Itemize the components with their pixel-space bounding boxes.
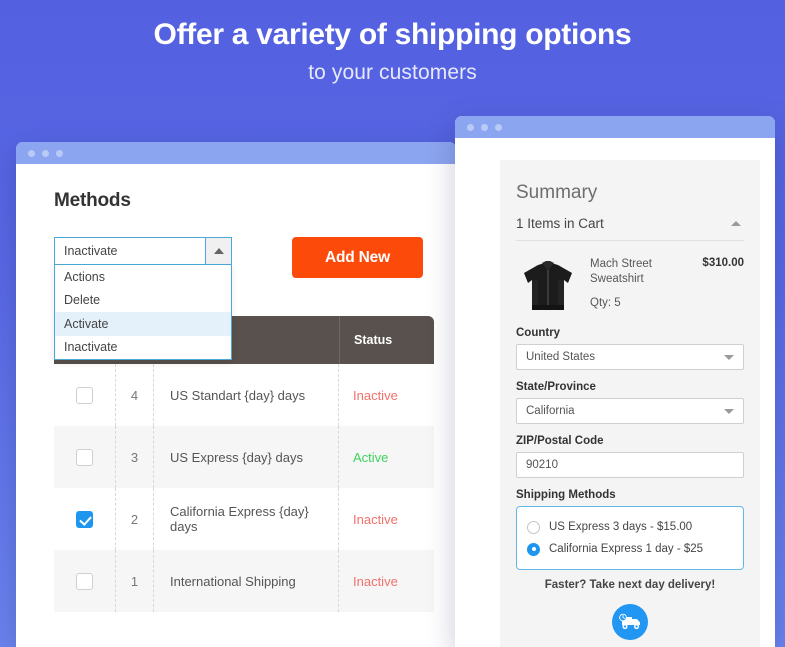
hoodie-image bbox=[524, 261, 572, 310]
actions-option-actions[interactable]: Actions bbox=[55, 265, 231, 289]
cart-window-titlebar bbox=[455, 116, 775, 138]
actions-select-options: Actions Delete Activate Inactivate bbox=[54, 265, 232, 360]
shipping-methods-group: US Express 3 days - $15.00 California Ex… bbox=[516, 506, 744, 570]
country-label: Country bbox=[516, 327, 561, 339]
row-id: 1 bbox=[116, 550, 154, 612]
zip-value: 90210 bbox=[526, 459, 558, 471]
row-checkbox-checked[interactable] bbox=[76, 510, 93, 528]
row-checkbox-cell[interactable] bbox=[54, 426, 116, 488]
page-headline: Offer a variety of shipping options bbox=[153, 18, 632, 51]
product-thumbnail bbox=[516, 253, 580, 317]
row-status: Inactive bbox=[353, 387, 398, 403]
table-row[interactable]: 3 US Express {day} days Active bbox=[54, 426, 434, 488]
window-dot-close-icon bbox=[467, 123, 474, 131]
row-id: 4 bbox=[116, 364, 154, 426]
delivery-truck-icon bbox=[619, 613, 640, 630]
actions-select-wrapper: Inactivate Actions Delete Activate Inact… bbox=[54, 237, 232, 360]
order-summary-card: Summary 1 Items in Cart Mach Street Swea… bbox=[500, 160, 760, 647]
add-new-button[interactable]: Add New bbox=[292, 237, 423, 278]
table-row[interactable]: 4 US Standart {day} days Inactive bbox=[54, 364, 434, 426]
row-checkbox[interactable] bbox=[76, 448, 93, 466]
admin-browser-window: Methods Inactivate Actions Delete Activa… bbox=[16, 142, 456, 647]
actions-option-activate[interactable]: Activate bbox=[55, 312, 231, 336]
row-status: Inactive bbox=[353, 511, 398, 527]
zip-input[interactable]: 90210 bbox=[516, 452, 744, 478]
shipping-methods-table: Status 4 US Standart {day} days Inactive… bbox=[54, 316, 434, 612]
row-method-name: International Shipping bbox=[154, 550, 339, 612]
admin-toolbar: Inactivate Actions Delete Activate Inact… bbox=[54, 237, 432, 360]
window-dot-maximize-icon bbox=[495, 123, 502, 131]
cart-content: Summary 1 Items in Cart Mach Street Swea… bbox=[455, 138, 775, 647]
actions-option-inactivate[interactable]: Inactivate bbox=[55, 336, 231, 360]
state-value: California bbox=[526, 405, 575, 417]
chevron-up-icon bbox=[213, 248, 224, 254]
shipping-option-us-express[interactable]: US Express 3 days - $15.00 bbox=[527, 516, 733, 538]
actions-select-value: Inactivate bbox=[64, 244, 118, 258]
row-method-name: California Express {day} days bbox=[154, 488, 339, 550]
row-method-name: US Express {day} days bbox=[154, 426, 339, 488]
chevron-down-icon bbox=[724, 408, 734, 414]
table-row[interactable]: 2 California Express {day} days Inactive bbox=[54, 488, 434, 550]
window-dot-maximize-icon bbox=[56, 149, 63, 157]
cart-item-qty: Qty: 5 bbox=[590, 296, 621, 309]
row-method-name: US Standart {day} days bbox=[154, 364, 339, 426]
actions-select[interactable]: Inactivate bbox=[54, 237, 232, 265]
row-id: 3 bbox=[116, 426, 154, 488]
country-value: United States bbox=[526, 351, 596, 363]
radio-unselected-icon[interactable] bbox=[527, 520, 540, 534]
chevron-up-icon bbox=[731, 221, 741, 226]
state-select[interactable]: California bbox=[516, 398, 744, 424]
row-status: Inactive bbox=[353, 573, 398, 589]
shipping-methods-label: Shipping Methods bbox=[516, 489, 616, 501]
window-dot-minimize-icon bbox=[42, 149, 49, 157]
items-in-cart-label: 1 Items in Cart bbox=[516, 216, 604, 231]
row-checkbox-cell[interactable] bbox=[54, 550, 116, 612]
row-status: Active bbox=[353, 449, 389, 465]
actions-select-toggle[interactable] bbox=[205, 238, 231, 264]
table-row[interactable]: 1 International Shipping Inactive bbox=[54, 550, 434, 612]
row-checkbox[interactable] bbox=[76, 572, 93, 590]
shipping-option-label: California Express 1 day - $25 bbox=[549, 543, 704, 555]
cart-item: Mach Street Sweatshirt Qty: 5 $310.00 bbox=[516, 241, 744, 327]
cart-item-info: Mach Street Sweatshirt Qty: 5 bbox=[590, 253, 692, 309]
row-checkbox-cell[interactable] bbox=[54, 488, 116, 550]
row-checkbox[interactable] bbox=[76, 386, 93, 404]
promo-text: Faster? Take next day delivery! bbox=[544, 579, 716, 591]
hero-banner: Offer a variety of shipping options to y… bbox=[0, 0, 785, 85]
zip-label: ZIP/Postal Code bbox=[516, 435, 604, 447]
shipping-option-label: US Express 3 days - $15.00 bbox=[549, 521, 693, 533]
page-subheadline: to your customers bbox=[308, 60, 477, 84]
summary-title: Summary bbox=[516, 182, 598, 203]
row-checkbox-cell[interactable] bbox=[54, 364, 116, 426]
table-header-status: Status bbox=[339, 316, 434, 364]
actions-option-delete[interactable]: Delete bbox=[55, 289, 231, 313]
country-select[interactable]: United States bbox=[516, 344, 744, 370]
window-dot-minimize-icon bbox=[481, 123, 488, 131]
chevron-down-icon bbox=[724, 354, 734, 360]
admin-content: Methods Inactivate Actions Delete Activa… bbox=[16, 164, 456, 647]
cart-item-name: Mach Street Sweatshirt bbox=[590, 258, 652, 285]
window-dot-close-icon bbox=[28, 149, 35, 157]
delivery-truck-badge bbox=[612, 604, 648, 640]
row-id: 2 bbox=[116, 488, 154, 550]
page-title: Methods bbox=[54, 190, 131, 211]
items-in-cart-toggle[interactable]: 1 Items in Cart bbox=[516, 216, 744, 241]
admin-window-titlebar bbox=[16, 142, 456, 164]
shipping-option-california-express[interactable]: California Express 1 day - $25 bbox=[527, 538, 733, 560]
cart-item-price: $310.00 bbox=[702, 257, 744, 269]
radio-selected-icon[interactable] bbox=[527, 542, 540, 556]
storefront-browser-window: Summary 1 Items in Cart Mach Street Swea… bbox=[455, 116, 775, 647]
state-label: State/Province bbox=[516, 381, 596, 393]
